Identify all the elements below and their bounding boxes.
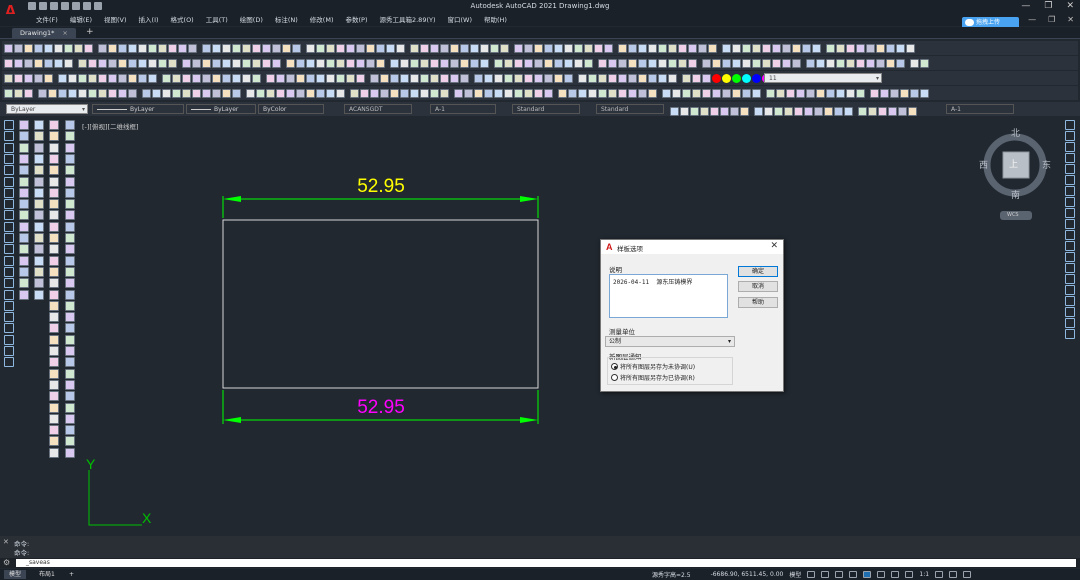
command-history: 命令: 命令: ✕ [0,536,1080,558]
measurement-units-select[interactable]: 公制 ▾ [605,336,735,347]
model-tab[interactable]: 模型 [4,570,27,579]
lineweight-icon[interactable] [891,571,900,578]
viewcube-wcs-menu[interactable]: WCS [1007,212,1019,218]
coordinates-readout[interactable]: -6686.90, 6511.45, 0.00 [711,571,784,578]
command-input[interactable]: _saveas [16,559,1076,567]
grid-icon[interactable] [807,571,816,578]
workspace-icon[interactable] [935,571,944,578]
template-options-dialog: A 样板选项 ✕ 说明 2026-04-11 源东压铸模界 确定 取消 帮助 测… [600,239,784,392]
top-dimension-text: 52.95 [357,176,405,197]
arrowhead [223,417,241,423]
viewcube-east[interactable]: 东 [1042,158,1051,171]
bottom-dimension-text: 52.95 [357,397,405,418]
command-history-line: 命令: [14,549,30,557]
viewcube-north[interactable]: 北 [1011,126,1020,139]
ortho-icon[interactable] [835,571,844,578]
command-input-text: _saveas [26,559,50,566]
arrowhead [223,196,241,202]
model-space-toggle[interactable]: 模型 [789,570,801,579]
otrack-icon[interactable] [877,571,886,578]
snap-icon[interactable] [821,571,830,578]
viewport-controls-label[interactable]: [-][俯视][二维线框] [82,121,139,131]
chevron-down-icon: ▾ [727,338,731,345]
cancel-button[interactable]: 取消 [738,281,778,292]
osnap-icon[interactable] [863,571,872,578]
ok-button[interactable]: 确定 [738,266,778,277]
dialog-title: 样板选项 [617,245,643,253]
command-line: ⚙ _saveas [0,558,1080,568]
radio-label: 将所有图层另存为未协调(U) [620,364,696,371]
help-button[interactable]: 帮助 [738,297,778,308]
dialog-title-bar: A 样板选项 ✕ [601,240,783,254]
annotation-scale-status[interactable]: 1:1 [919,571,929,578]
wrench-icon[interactable]: ⚙ [3,558,10,567]
customize-icon[interactable] [963,571,972,578]
arrowhead [520,417,538,423]
description-textarea[interactable]: 2026-04-11 源东压铸模界 [609,274,728,318]
units-value: 公制 [609,338,622,345]
settings-icon[interactable] [949,571,958,578]
viewcube-west[interactable]: 西 [979,158,988,171]
description-label: 说明 [609,266,622,274]
measurement-units-label: 测量单位 [609,328,635,336]
viewcube-compass [983,133,1047,220]
ucs-axes [88,470,142,526]
viewcube[interactable]: 北 南 东 西 上 WCS [978,125,1054,225]
layout1-tab[interactable]: 布局1 [34,570,60,579]
viewcube-top-face[interactable]: 上 [1009,157,1018,170]
drawing-canvas[interactable]: 52.95 52.95 Y X [0,0,1080,580]
viewcube-south[interactable]: 南 [1011,188,1020,201]
dialog-close-icon[interactable]: ✕ [770,241,778,251]
radio-label: 将所有图层另存为已协调(R) [620,375,695,382]
bottom-dimension[interactable]: 52.95 [222,390,539,424]
status-bar: 模型 布局1 + 源秀字高=2.5 -6686.90, 6511.45, 0.0… [0,569,1080,580]
arrowhead [520,196,538,202]
add-layout-icon[interactable]: + [64,570,79,579]
autocad-logo-icon: A [606,242,613,252]
ucs-y-label: Y [86,456,96,472]
polar-icon[interactable] [849,571,858,578]
text-height-status: 源秀字高=2.5 [652,572,691,579]
radio-unselected-icon[interactable] [611,374,618,381]
radio-save-reconciled[interactable]: 将所有图层另存为已协调(R) [611,373,695,382]
ucs-icon: Y X [86,456,152,526]
top-dimension[interactable]: 52.95 [222,176,539,218]
status-tools: 源秀字高=2.5 -6686.90, 6511.45, 0.00 模型 1:1 [652,570,972,579]
radio-save-unreconciled[interactable]: 将所有图层另存为未协调(U) [611,362,695,371]
radio-selected-icon[interactable] [611,363,618,370]
rectangle-entity[interactable] [222,219,539,389]
annotation-visibility-icon[interactable] [905,571,914,578]
command-close-icon[interactable]: ✕ [3,538,9,546]
ucs-x-label: X [142,510,152,526]
